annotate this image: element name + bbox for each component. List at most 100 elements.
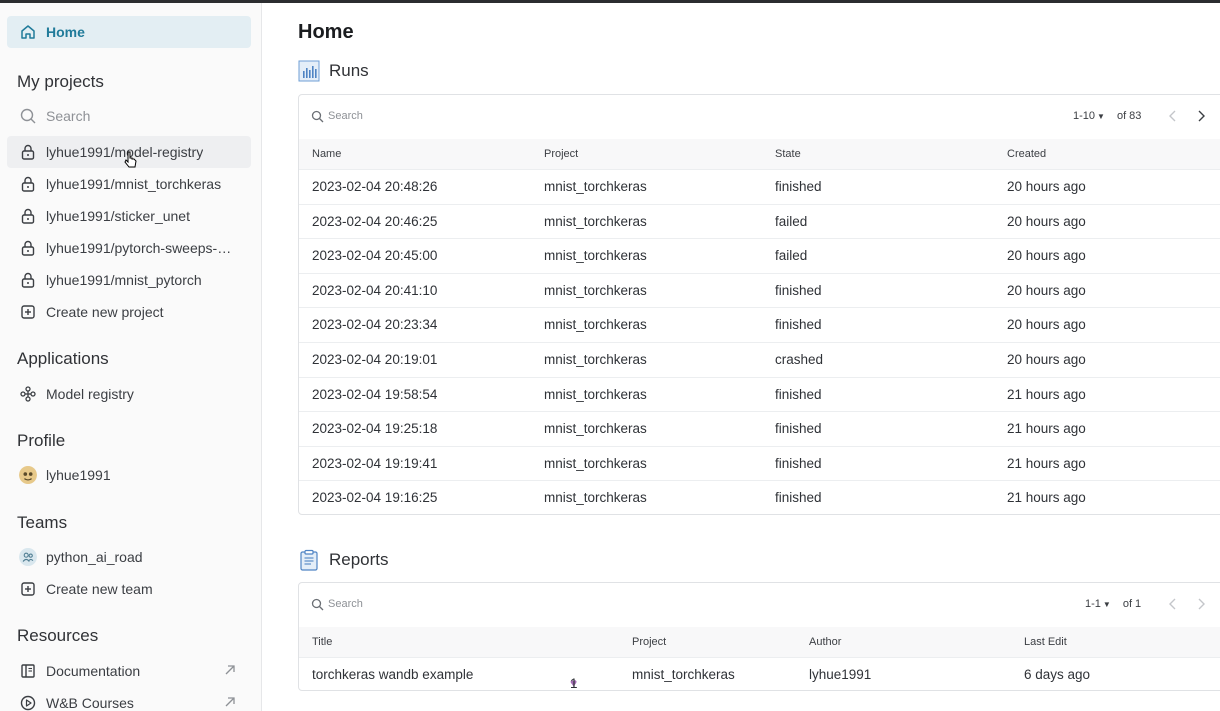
table-row[interactable]: 2023-02-04 20:23:34 mnist_torchkeras finis… (299, 307, 1220, 342)
plus-square-icon (21, 582, 35, 596)
col-header-last-edit[interactable]: Last Edit (1024, 636, 1067, 648)
report-last-edit: 6 days ago (1024, 667, 1091, 682)
table-row[interactable]: 2023-02-04 20:19:01 mnist_torchkeras crash… (299, 341, 1220, 377)
runs-panel: Search 1-10 ▼ of 83 Name Project State Cr… (298, 94, 1220, 515)
runs-pager: 1-10 ▼ of 83 (1073, 110, 1141, 122)
run-created: 21 hours ago (1007, 455, 1086, 471)
table-row[interactable]: 2023-02-04 20:45:00 mnist_torchkeras faile… (299, 238, 1220, 273)
table-row[interactable]: 2023-02-04 20:46:25 mnist_torchkeras faile… (299, 203, 1220, 239)
run-name[interactable]: 2023-02-04 20:41:10 (312, 283, 437, 298)
run-name[interactable]: 2023-02-04 20:45:00 (312, 248, 437, 263)
run-name[interactable]: 2023-02-04 20:48:26 (312, 179, 437, 194)
run-state: failed (775, 213, 808, 229)
run-project[interactable]: mnist_torchkeras (544, 387, 647, 402)
run-state: finished (775, 386, 822, 402)
team-avatar-icon (19, 548, 37, 566)
external-link-icon (225, 697, 235, 707)
table-row[interactable]: 2023-02-04 20:41:10 mnist_torchkeras finis… (299, 272, 1220, 308)
run-state: finished (775, 455, 822, 471)
col-header-name[interactable]: Name (312, 148, 341, 160)
project-item-label: lyhue1991/mnist_torchkeras (46, 176, 222, 192)
run-state: finished (775, 490, 822, 506)
table-row[interactable]: 2023-02-04 19:25:18 mnist_torchkeras finis… (299, 411, 1220, 446)
team-item-label: python_ai_road (46, 549, 143, 565)
run-project[interactable]: mnist_torchkeras (544, 456, 647, 471)
project-item-sticker-unet[interactable]: lyhue1991/sticker_unet (7, 200, 251, 232)
project-item-mnist-pytorch[interactable]: lyhue1991/mnist_pytorch (7, 264, 251, 296)
run-project[interactable]: mnist_torchkeras (544, 421, 647, 436)
run-name[interactable]: 2023-02-04 19:58:54 (312, 387, 437, 402)
reports-page-range: 1-1 (1085, 598, 1101, 610)
run-project[interactable]: mnist_torchkeras (544, 179, 647, 194)
search-icon (311, 110, 324, 123)
caret-down-icon: ▼ (1097, 112, 1105, 121)
resource-courses-link[interactable]: W&B Courses (7, 687, 251, 711)
resource-documentation-link[interactable]: Documentation (7, 655, 251, 687)
team-item-python-ai-road[interactable]: python_ai_road (7, 541, 251, 573)
reports-table-header: Title Project Author Last Edit (299, 627, 1220, 657)
create-new-team-label: Create new team (46, 581, 153, 597)
table-row[interactable]: 2023-02-04 19:16:25 mnist_torchkeras finis… (299, 480, 1220, 515)
report-title[interactable]: torchkeras wandb example (312, 667, 473, 682)
caret-down-icon: ▼ (1102, 600, 1111, 609)
run-project[interactable]: mnist_torchkeras (544, 214, 647, 229)
run-project[interactable]: mnist_torchkeras (544, 352, 647, 367)
prev-page-button[interactable] (1165, 595, 1181, 613)
create-new-team-button[interactable]: Create new team (7, 573, 251, 605)
project-search-input[interactable]: Search (7, 100, 251, 132)
col-header-project[interactable]: Project (632, 636, 666, 648)
table-row[interactable]: 2023-02-04 19:19:41 mnist_torchkeras finis… (299, 445, 1220, 481)
run-project[interactable]: mnist_torchkeras (544, 283, 647, 298)
play-circle-icon (20, 695, 36, 711)
table-row[interactable]: 2023-02-04 19:58:54 mnist_torchkeras finis… (299, 376, 1220, 412)
nav-home[interactable]: Home (7, 16, 251, 48)
run-state: finished (775, 179, 822, 194)
run-created: 21 hours ago (1007, 490, 1086, 506)
prev-page-button[interactable] (1165, 107, 1181, 125)
run-name[interactable]: 2023-02-04 19:19:41 (312, 456, 437, 471)
col-header-project[interactable]: Project (544, 148, 578, 160)
runs-page-range-select[interactable]: 1-10 ▼ (1073, 110, 1105, 122)
run-name[interactable]: 2023-02-04 20:19:01 (312, 352, 437, 367)
create-new-project-button[interactable]: Create new project (7, 296, 251, 328)
runs-section-header: Runs (298, 60, 369, 82)
run-project[interactable]: mnist_torchkeras (544, 248, 647, 263)
runs-table-body: 2023-02-04 20:48:26 mnist_torchkeras finis… (299, 169, 1220, 515)
profile-item[interactable]: lyhue1991 (7, 459, 251, 491)
col-header-title[interactable]: Title (312, 636, 332, 648)
lock-icon (21, 272, 35, 288)
runs-toolbar: Search 1-10 ▼ of 83 (299, 95, 1220, 139)
external-link-icon (225, 665, 235, 675)
run-created: 20 hours ago (1007, 317, 1086, 333)
runs-search-input[interactable]: Search (328, 110, 363, 122)
project-item-mnist-torchkeras[interactable]: lyhue1991/mnist_torchkeras (7, 168, 251, 200)
run-name[interactable]: 2023-02-04 20:23:34 (312, 317, 437, 332)
run-project[interactable]: mnist_torchkeras (544, 317, 647, 332)
project-search-placeholder: Search (46, 108, 91, 124)
next-page-button[interactable] (1193, 107, 1209, 125)
reports-search-input[interactable]: Search (328, 598, 363, 610)
reports-pager: 1-1 ▼ of 1 (1085, 598, 1141, 610)
project-item-pytorch-sweeps[interactable]: lyhue1991/pytorch-sweeps-demo (7, 232, 251, 264)
reports-title: Reports (329, 550, 389, 569)
app-item-model-registry[interactable]: Model registry (7, 378, 251, 410)
reports-page-range-select[interactable]: 1-1 ▼ (1085, 598, 1111, 610)
report-row[interactable]: torchkeras wandb example ♥ 1 mnist_torch… (299, 657, 1220, 692)
col-header-created[interactable]: Created (1007, 148, 1046, 160)
table-row[interactable]: 2023-02-04 20:48:26 mnist_torchkeras finis… (299, 169, 1220, 204)
next-page-button[interactable] (1193, 595, 1209, 613)
col-header-author[interactable]: Author (809, 636, 841, 648)
run-created: 21 hours ago (1007, 386, 1086, 402)
col-header-state[interactable]: State (775, 148, 801, 160)
lock-icon (21, 176, 35, 192)
run-name[interactable]: 2023-02-04 19:16:25 (312, 490, 437, 505)
run-project[interactable]: mnist_torchkeras (544, 490, 647, 505)
resources-title: Resources (17, 626, 99, 645)
run-name[interactable]: 2023-02-04 20:46:25 (312, 214, 437, 229)
run-state: finished (775, 317, 822, 333)
run-state: finished (775, 282, 822, 298)
run-created: 20 hours ago (1007, 213, 1086, 229)
run-name[interactable]: 2023-02-04 19:25:18 (312, 421, 437, 436)
runs-total: of 83 (1116, 110, 1142, 122)
lock-icon (21, 208, 35, 224)
